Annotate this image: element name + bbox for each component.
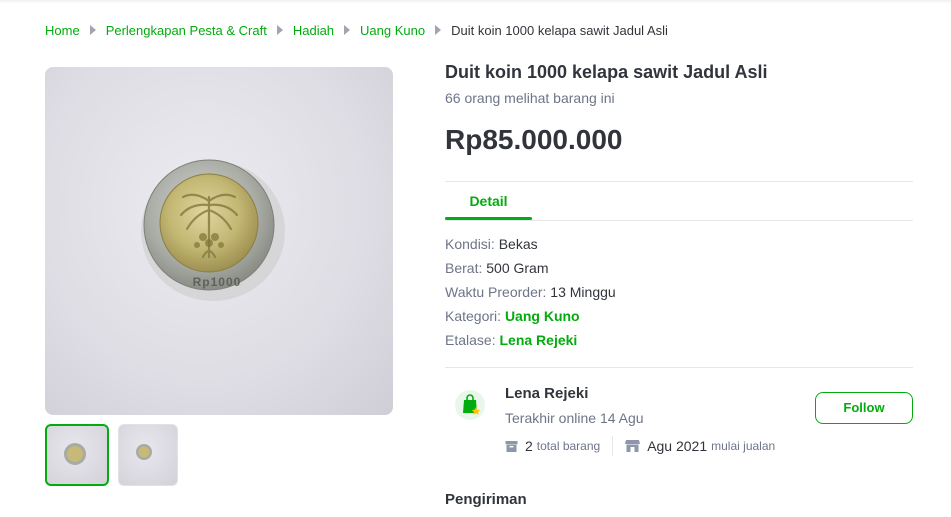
follow-button[interactable]: Follow bbox=[815, 392, 913, 424]
storefront-icon bbox=[625, 440, 641, 452]
spec-value: 13 Minggu bbox=[550, 284, 616, 300]
spec-label: Berat: bbox=[445, 260, 487, 276]
breadcrumb-home[interactable]: Home bbox=[45, 23, 80, 38]
header-shadow bbox=[0, 0, 951, 4]
thumbnail-2[interactable] bbox=[118, 424, 178, 486]
shop-bag-icon[interactable] bbox=[455, 390, 485, 420]
viewer-count: 66 orang melihat barang ini bbox=[445, 90, 615, 106]
shop-last-online: Terakhir online 14 Agu bbox=[505, 410, 644, 426]
spec-berat: Berat: 500 Gram bbox=[445, 260, 549, 276]
coin-photo: Rp1000 bbox=[141, 159, 285, 301]
product-price: Rp85.000.000 bbox=[445, 124, 623, 155]
spec-preorder: Waktu Preorder: 13 Minggu bbox=[445, 284, 616, 300]
shop-name[interactable]: Lena Rejeki bbox=[505, 385, 588, 402]
caret-right-icon bbox=[344, 25, 351, 35]
caret-right-icon bbox=[435, 25, 442, 35]
breadcrumb-leaf-category[interactable]: Uang Kuno bbox=[360, 23, 425, 38]
breadcrumb: Home Perlengkapan Pesta & Craft Hadiah U… bbox=[45, 21, 668, 39]
spec-label: Etalase: bbox=[445, 332, 500, 348]
divider bbox=[445, 220, 913, 221]
product-title: Duit koin 1000 kelapa sawit Jadul Asli bbox=[445, 62, 768, 82]
spec-kondisi: Kondisi: Bekas bbox=[445, 236, 538, 252]
tab-detail[interactable]: Detail bbox=[445, 183, 532, 219]
stat-separator bbox=[612, 436, 614, 456]
shop-since: Agu 2021 bbox=[647, 438, 708, 454]
total-items-label: total barang bbox=[536, 439, 601, 453]
spec-value: Bekas bbox=[498, 236, 538, 252]
shop-stats: 2 total barang Agu 2021 mulai jualan bbox=[505, 436, 775, 456]
etalase-link[interactable]: Lena Rejeki bbox=[499, 332, 577, 348]
divider bbox=[445, 181, 913, 182]
shipping-heading: Pengiriman bbox=[445, 491, 527, 508]
coin-thumbnail-image bbox=[136, 444, 152, 460]
shop-since-label: mulai jualan bbox=[711, 439, 776, 453]
total-items-count: 2 bbox=[525, 438, 533, 454]
divider bbox=[445, 367, 913, 368]
breadcrumb-current: Duit koin 1000 kelapa sawit Jadul Asli bbox=[451, 22, 668, 38]
spec-label: Waktu Preorder: bbox=[445, 284, 551, 300]
spec-label: Kondisi: bbox=[445, 236, 499, 252]
caret-right-icon bbox=[89, 25, 96, 35]
spec-kategori: Kategori: Uang Kuno bbox=[445, 308, 580, 324]
breadcrumb-subcategory[interactable]: Hadiah bbox=[293, 23, 334, 38]
coin-denomination-text: Rp1000 bbox=[193, 275, 242, 289]
spec-value: 500 Gram bbox=[486, 260, 549, 276]
spec-etalase: Etalase: Lena Rejeki bbox=[445, 332, 577, 348]
category-link[interactable]: Uang Kuno bbox=[505, 308, 580, 324]
thumbnail-1[interactable] bbox=[45, 424, 109, 486]
breadcrumb-category[interactable]: Perlengkapan Pesta & Craft bbox=[106, 23, 267, 38]
box-icon bbox=[505, 440, 518, 452]
thumbnail-list bbox=[45, 424, 178, 486]
product-main-image[interactable]: Rp1000 bbox=[45, 67, 393, 415]
coin-thumbnail-image bbox=[64, 443, 86, 465]
spec-label: Kategori: bbox=[445, 308, 505, 324]
caret-right-icon bbox=[276, 25, 283, 35]
